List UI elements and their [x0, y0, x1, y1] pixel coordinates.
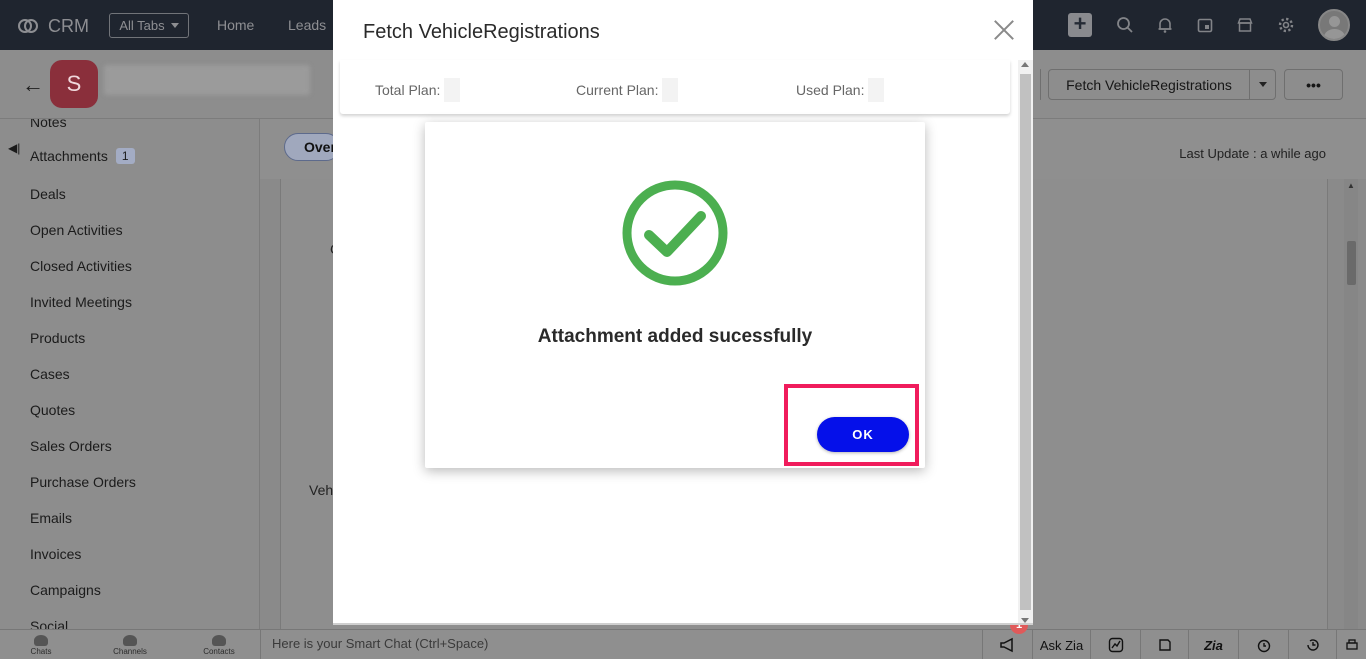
- modal-scrollbar[interactable]: [1018, 60, 1033, 625]
- sidebar-item-invoices[interactable]: Invoices: [30, 546, 81, 562]
- sidebar-item-label: Open Activities: [30, 222, 123, 238]
- announcement-megaphone-icon[interactable]: [982, 630, 1032, 659]
- alert-message: Attachment added sucessfully: [537, 326, 813, 347]
- sidebar-item-notes[interactable]: Notes: [30, 119, 67, 130]
- collapse-sidebar-icon[interactable]: ◀|: [8, 141, 20, 155]
- chats-button[interactable]: Chats: [0, 630, 85, 659]
- sidebar-item-label: Closed Activities: [30, 258, 132, 274]
- alarm-clock-icon[interactable]: [1238, 630, 1288, 659]
- fetch-button-label: Fetch VehicleRegistrations: [1066, 76, 1232, 93]
- sidebar-item-label: Quotes: [30, 402, 76, 418]
- smart-chat-input[interactable]: Here is your Smart Chat (Ctrl+Space): [260, 630, 982, 659]
- used-plan-value-redacted: [868, 78, 885, 102]
- scroll-up-icon[interactable]: ▲: [1347, 181, 1355, 190]
- sidebar-item-social[interactable]: Social: [30, 618, 68, 629]
- current-plan-value-redacted: [662, 78, 679, 102]
- sidebar-item-open-activities[interactable]: Open Activities: [30, 222, 123, 238]
- more-actions-button[interactable]: •••: [1284, 69, 1343, 100]
- tab-overview[interactable]: Overview: [284, 133, 340, 161]
- close-icon[interactable]: [991, 17, 1017, 43]
- history-icon[interactable]: [1288, 630, 1336, 659]
- group-icon: [123, 634, 137, 646]
- sidebar-item-deals[interactable]: Deals: [30, 186, 66, 202]
- sidebar-item-label: Products: [30, 330, 86, 346]
- sidebar-item-label: Invited Meetings: [30, 294, 132, 310]
- total-plan-value-redacted: [444, 78, 461, 102]
- sidebar-item-label: Cases: [30, 366, 70, 382]
- zia-icon[interactable]: Zia: [1188, 630, 1238, 659]
- sidebar-item-closed-activities[interactable]: Closed Activities: [30, 258, 132, 274]
- contacts-button[interactable]: Contacts: [175, 630, 263, 659]
- sidebar-item-label: Social: [30, 618, 69, 629]
- fetch-vehicle-registrations-button[interactable]: Fetch VehicleRegistrations: [1048, 69, 1276, 100]
- sidebar-item-label: Notes: [30, 119, 67, 130]
- sidebar-item-label: Sales Orders: [30, 438, 112, 454]
- related-list-sidebar: ◀| Notes Attachments 1 Deals Open Activi…: [0, 119, 260, 629]
- scrollbar-thumb[interactable]: [1020, 74, 1031, 610]
- sidebar-item-label: Purchase Orders: [30, 474, 136, 490]
- sidebar-item-campaigns[interactable]: Campaigns: [30, 582, 101, 598]
- partially-hidden-field-label: Veh: [309, 482, 334, 498]
- chats-label: Chats: [30, 646, 52, 656]
- used-plan-label: Used Plan:: [796, 82, 865, 98]
- total-plan-label: Total Plan:: [375, 82, 441, 98]
- success-alert-dialog: Attachment added sucessfully OK: [425, 122, 925, 468]
- channels-label: Channels: [113, 646, 147, 656]
- sidebar-item-emails[interactable]: Emails: [30, 510, 72, 526]
- channels-button[interactable]: Channels: [86, 630, 174, 659]
- sidebar-item-label: Emails: [30, 510, 73, 526]
- current-plan-field: Current Plan:: [576, 78, 679, 102]
- notes-icon[interactable]: [1140, 630, 1188, 659]
- sidebar-item-invited-meetings[interactable]: Invited Meetings: [30, 294, 132, 310]
- bottom-toolbar: Chats Channels Contacts Here is your Sma…: [0, 629, 1366, 659]
- ok-button[interactable]: OK: [817, 417, 909, 452]
- person-icon: [212, 634, 226, 646]
- chat-bubble-icon: [34, 634, 48, 646]
- modal-bottom-edge: [333, 623, 1033, 625]
- modal-title: Fetch VehicleRegistrations: [363, 21, 600, 43]
- scrollbar-thumb[interactable]: [1347, 241, 1356, 285]
- sidebar-item-label: Campaigns: [30, 582, 101, 598]
- back-arrow-icon[interactable]: ←: [22, 72, 44, 98]
- contacts-label: Contacts: [203, 646, 235, 656]
- sidebar-item-cases[interactable]: Cases: [30, 366, 70, 382]
- analytics-icon[interactable]: [1090, 630, 1140, 659]
- sidebar-item-label: Attachments: [30, 148, 108, 164]
- sidebar-item-attachments[interactable]: Attachments 1: [30, 148, 135, 164]
- sidebar-item-label: Invoices: [30, 546, 82, 562]
- total-plan-field: Total Plan:: [375, 78, 461, 102]
- ask-zia-button[interactable]: Ask Zia: [1032, 630, 1090, 659]
- fetch-button-dropdown[interactable]: [1249, 70, 1275, 99]
- scroll-up-icon[interactable]: [1021, 62, 1029, 67]
- main-scrollbar[interactable]: ▲: [1344, 179, 1358, 629]
- record-name-redacted: [104, 65, 310, 95]
- attachments-count-badge: 1: [115, 148, 135, 164]
- header-divider: [1040, 69, 1041, 100]
- record-avatar: S: [50, 60, 98, 108]
- last-update-text: Last Update : a while ago: [1179, 146, 1326, 161]
- success-check-icon: [622, 180, 728, 286]
- printer-icon[interactable]: [1336, 630, 1366, 659]
- sidebar-item-sales-orders[interactable]: Sales Orders: [30, 438, 112, 454]
- current-plan-label: Current Plan:: [576, 82, 659, 98]
- plan-summary-card: Total Plan: Current Plan: Used Plan:: [340, 60, 1010, 114]
- sidebar-item-quotes[interactable]: Quotes: [30, 402, 75, 418]
- sidebar-item-products[interactable]: Products: [30, 330, 85, 346]
- sidebar-item-purchase-orders[interactable]: Purchase Orders: [30, 474, 136, 490]
- chevron-down-icon: [1258, 82, 1267, 87]
- sidebar-item-label: Deals: [30, 186, 66, 202]
- used-plan-field: Used Plan:: [796, 78, 885, 102]
